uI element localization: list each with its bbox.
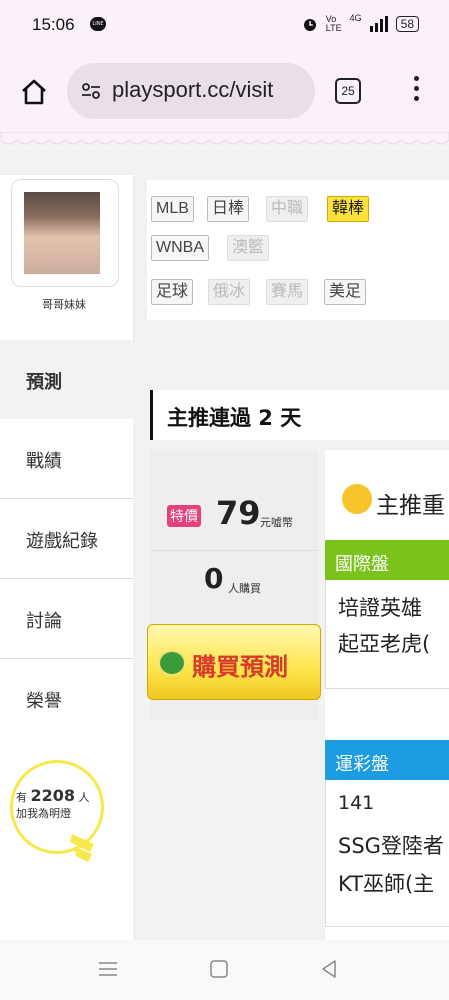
buy-prediction-button[interactable]: 購買預測 [147, 624, 321, 700]
star-struck-emoji-icon [342, 484, 372, 514]
price-unit: 元噓幣 [260, 516, 293, 529]
nav-label: 討論 [26, 611, 62, 632]
section-title-text: 主推連過 2 天 [167, 406, 302, 430]
avatar-photo [24, 192, 100, 274]
nav-label: 預測 [26, 372, 62, 393]
tab-switcher-button[interactable]: 25 [335, 78, 361, 104]
avatar[interactable] [11, 179, 119, 287]
nav-record[interactable]: 戰績 [0, 419, 133, 499]
beacon-suffix: 人 [78, 791, 90, 804]
tag-npb[interactable]: 日棒 [207, 196, 250, 222]
beacon-count: 2208 [30, 786, 76, 805]
tag-kbo[interactable]: 韓棒 [327, 196, 370, 222]
price-amount: 79 [216, 494, 261, 532]
coin-icon [158, 650, 186, 676]
special-price-badge: 特價 [167, 505, 201, 527]
nav-honors[interactable]: 榮譽 [0, 659, 133, 739]
lottery-line: 141 [338, 792, 375, 814]
nav-label: 遊戲紀錄 [26, 531, 98, 552]
profile-card[interactable]: 哥哥妹妹 [0, 175, 133, 340]
url-text[interactable]: playsport.cc/visit [112, 77, 273, 103]
volte-icon: Vo LTE [325, 14, 342, 33]
signal-icon [369, 16, 388, 32]
nav-label: 戰績 [26, 451, 62, 472]
nav-discussion[interactable]: 討論 [0, 579, 133, 659]
tag-soccer[interactable]: 足球 [151, 279, 194, 305]
page-edge-decoration [0, 132, 449, 145]
beacon-panel[interactable]: 有 2208 人 加我為明燈 [0, 738, 133, 940]
alarm-icon [303, 19, 316, 31]
prediction-headline: 主推重 [376, 493, 445, 519]
international-odds-header: 國際盤 [325, 540, 449, 580]
nav-label: 榮譽 [26, 691, 62, 712]
network-label: 4G [349, 13, 362, 23]
status-bar: 15:06 LINE Vo LTE 4G 58 [0, 0, 449, 50]
overflow-menu-icon[interactable] [406, 76, 426, 106]
status-icons: Vo LTE 4G 58 [302, 13, 419, 33]
home-nav-icon[interactable] [207, 957, 231, 981]
profile-name[interactable]: 哥哥妹妹 [0, 296, 128, 312]
lottery-header-label: 運彩盤 [335, 754, 389, 775]
lottery-odds-header: 運彩盤 [325, 740, 449, 780]
lottery-line: SSG登陸者 [338, 834, 444, 858]
address-bar[interactable]: playsport.cc/visit [67, 63, 315, 119]
buyer-label: 人購買 [228, 582, 261, 595]
buyer-count: 0 [204, 562, 224, 595]
tag-horse-racing[interactable]: 賽馬 [266, 279, 309, 305]
sidebar: 哥哥妹妹 預測 戰績 遊戲紀錄 討論 榮譽 有 2208 人 加我為明燈 [0, 150, 133, 940]
international-line: 起亞老虎( [338, 632, 431, 656]
tag-wnba[interactable]: WNBA [151, 235, 209, 261]
home-icon[interactable] [20, 78, 48, 106]
tag-nbl[interactable]: 澳籃 [227, 235, 270, 261]
system-navigation-bar [0, 940, 449, 1000]
beacon-text: 有 2208 人 加我為明燈 [16, 788, 108, 822]
tag-nfl[interactable]: 美足 [324, 279, 367, 305]
league-filter: MLB 日棒 中職 韓棒 WNBA 澳籃 足球 俄冰 賽馬 美足 [147, 180, 449, 320]
international-line: 培證英雄 [338, 596, 422, 620]
lightbulb-base-icon [70, 834, 94, 862]
recent-apps-icon[interactable] [96, 957, 120, 981]
international-header-label: 國際盤 [335, 554, 389, 575]
tag-khl[interactable]: 俄冰 [208, 279, 251, 305]
nav-game-history[interactable]: 遊戲紀錄 [0, 499, 133, 579]
section-title: 主推連過 2 天 [150, 390, 449, 440]
international-odds-body: 培證英雄 起亞老虎( [325, 580, 449, 689]
tag-mlb[interactable]: MLB [151, 196, 194, 222]
lottery-odds-body: 141 SSG登陸者 KT巫師(主 [325, 780, 449, 927]
battery-icon: 58 [395, 16, 419, 32]
nav-predictions[interactable]: 預測 [0, 340, 133, 419]
status-time: 15:06 [32, 15, 75, 34]
line-app-icon: LINE [90, 17, 106, 31]
beacon-prefix: 有 [16, 791, 27, 804]
buy-button-label: 購買預測 [192, 653, 288, 681]
lottery-line: KT巫師(主 [338, 872, 435, 896]
tag-cpbl[interactable]: 中職 [266, 196, 309, 222]
beacon-caption: 加我為明燈 [16, 807, 71, 820]
browser-toolbar: playsport.cc/visit 25 [0, 50, 449, 132]
page-content: 哥哥妹妹 預測 戰績 遊戲紀錄 討論 榮譽 有 2208 人 加我為明燈 MLB… [0, 150, 449, 940]
back-icon[interactable] [317, 957, 341, 981]
site-settings-icon[interactable] [81, 81, 101, 101]
divider [150, 550, 318, 551]
